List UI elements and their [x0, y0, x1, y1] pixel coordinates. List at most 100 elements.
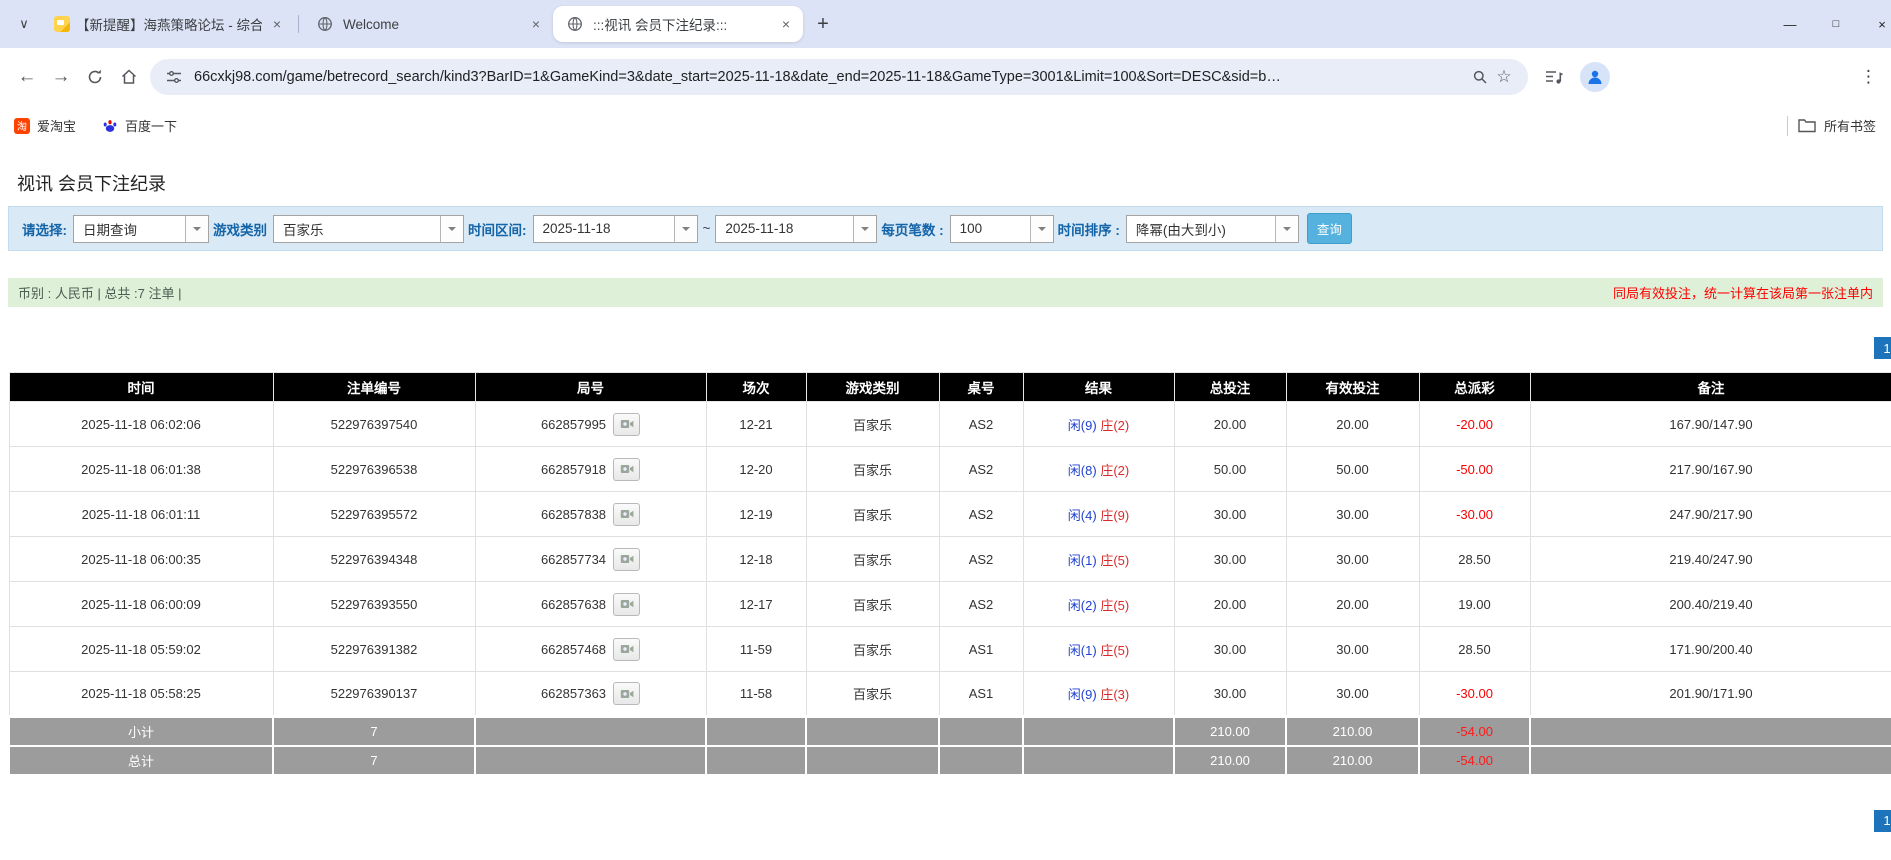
- game-type-select[interactable]: 百家乐: [273, 214, 464, 243]
- video-replay-button[interactable]: [613, 547, 641, 571]
- chevron-down-icon[interactable]: [853, 215, 877, 242]
- tab-forum[interactable]: 【新提醒】海燕策略论坛 - 综合 ×: [44, 6, 294, 42]
- maximize-button[interactable]: □: [1813, 0, 1859, 48]
- cell-total-bet[interactable]: 30.00: [1173, 626, 1287, 672]
- kebab-menu-icon: ⋮: [1860, 66, 1877, 86]
- col-time: 时间: [8, 372, 274, 402]
- site-settings-icon[interactable]: [162, 65, 186, 89]
- forum-favicon-icon: [54, 16, 70, 32]
- home-button[interactable]: [112, 60, 146, 94]
- browser-toolbar: ← → 66cxkj98.com/game/betrecord_search/k…: [0, 48, 1891, 105]
- chevron-down-icon[interactable]: [673, 215, 697, 242]
- cell-valid-bet: 30.00: [1285, 626, 1420, 672]
- chevron-down-icon[interactable]: [185, 215, 208, 242]
- toolbar-right: [1542, 61, 1610, 92]
- result-banker: 庄(3): [1100, 687, 1130, 702]
- total-label: 总计: [8, 744, 274, 776]
- globe-icon: [313, 12, 337, 36]
- back-button[interactable]: ←: [10, 60, 44, 94]
- url-text[interactable]: 66cxkj98.com/game/betrecord_search/kind3…: [194, 69, 1460, 85]
- query-type-select[interactable]: 日期查询: [73, 214, 209, 243]
- zoom-page-icon[interactable]: [1468, 65, 1492, 89]
- page-size-value: 100: [959, 221, 983, 236]
- reload-button[interactable]: [78, 60, 112, 94]
- page-size-select[interactable]: 100: [949, 214, 1054, 243]
- cell-time: 2025-11-18 05:58:25: [8, 671, 274, 717]
- table-row: 2025-11-18 06:02:06 522976397540 662857995…: [8, 401, 1891, 447]
- cell-time: 2025-11-18 05:59:02: [8, 626, 274, 672]
- page-content: 视讯 会员下注纪录 请选择: 日期查询 游戏类别 百家乐 时间区间: 2025-…: [0, 170, 1891, 832]
- result-banker: 庄(5): [1100, 597, 1130, 613]
- tab-search-button[interactable]: ∨: [10, 10, 38, 38]
- cell-result: 闲(2) 庄(5): [1022, 581, 1175, 627]
- video-replay-button[interactable]: [613, 592, 641, 616]
- cell-total-bet[interactable]: 30.00: [1173, 671, 1287, 717]
- chevron-down-icon[interactable]: [440, 215, 463, 242]
- col-remark: 备注: [1529, 372, 1891, 402]
- new-tab-button[interactable]: +: [809, 10, 837, 38]
- cell-bet-id: 522976396538: [272, 446, 476, 492]
- video-replay-button[interactable]: [613, 412, 641, 436]
- cell-game-type: 百家乐: [805, 491, 940, 537]
- cell-session: 12-19: [705, 491, 807, 537]
- col-session: 场次: [705, 372, 807, 402]
- chevron-down-icon[interactable]: [1029, 215, 1053, 242]
- round-number: 662857363: [540, 686, 607, 701]
- video-replay-button[interactable]: [613, 682, 641, 705]
- cell-total-bet[interactable]: 50.00: [1173, 446, 1287, 492]
- close-icon[interactable]: ×: [268, 15, 286, 33]
- cell-table-no: AS2: [938, 581, 1024, 627]
- browser-menu-button[interactable]: ⋮: [1860, 67, 1881, 87]
- cell-game-type: 百家乐: [805, 401, 940, 447]
- back-icon: ←: [17, 65, 37, 87]
- cell-session: 11-58: [705, 671, 807, 717]
- cell-game-type: 百家乐: [805, 446, 940, 492]
- bookmark-star-icon[interactable]: ☆: [1492, 65, 1516, 89]
- taobao-icon: 淘: [14, 117, 30, 134]
- chevron-down-icon: ∨: [19, 16, 29, 31]
- all-bookmarks-button[interactable]: 所有书签: [1798, 116, 1876, 135]
- video-replay-button[interactable]: [613, 457, 641, 481]
- sort-select[interactable]: 降幂(由大到小): [1125, 214, 1299, 243]
- cell-round-id: 662857995: [474, 401, 707, 447]
- video-replay-button[interactable]: [613, 502, 641, 526]
- plus-icon: +: [817, 12, 829, 35]
- bookmark-taobao[interactable]: 淘 爱淘宝: [14, 116, 76, 135]
- minimize-button[interactable]: —: [1767, 0, 1813, 48]
- date-range-label: 时间区间:: [468, 222, 527, 238]
- close-icon[interactable]: ×: [777, 15, 795, 33]
- tab-strip: ∨ 【新提醒】海燕策略论坛 - 综合 × Welcome × :::视讯 会员下…: [0, 0, 1891, 48]
- video-icon: [620, 510, 633, 518]
- tab-bet-records[interactable]: :::视讯 会员下注纪录::: ×: [553, 6, 803, 42]
- col-round-id: 局号: [474, 372, 707, 402]
- video-replay-button[interactable]: [613, 637, 641, 661]
- game-type-value: 百家乐: [283, 222, 324, 238]
- bookmark-baidu[interactable]: 百度一下: [102, 116, 177, 135]
- date-start-select[interactable]: 2025-11-18: [532, 214, 698, 243]
- cell-total-bet[interactable]: 30.00: [1173, 491, 1287, 537]
- cell-result: 闲(9) 庄(2): [1022, 401, 1175, 447]
- page-1-button[interactable]: 1: [1874, 809, 1891, 832]
- close-window-button[interactable]: ×: [1859, 0, 1891, 48]
- profile-avatar[interactable]: [1580, 61, 1610, 92]
- forward-button[interactable]: →: [44, 60, 78, 94]
- result-player: 闲(9): [1067, 687, 1097, 702]
- col-bet-id: 注单编号: [272, 372, 476, 402]
- search-button[interactable]: 查询: [1306, 213, 1352, 244]
- cell-total-bet[interactable]: 30.00: [1173, 536, 1287, 582]
- date-end-value: 2025-11-18: [725, 221, 794, 236]
- cell-session: 12-18: [705, 536, 807, 582]
- page-1-button[interactable]: 1: [1874, 337, 1891, 359]
- cell-remark: 201.90/171.90: [1529, 671, 1891, 717]
- cell-total-bet[interactable]: 20.00: [1173, 581, 1287, 627]
- cell-total-bet[interactable]: 20.00: [1173, 401, 1287, 447]
- url-bar[interactable]: 66cxkj98.com/game/betrecord_search/kind3…: [150, 58, 1528, 95]
- date-end-select[interactable]: 2025-11-18: [715, 214, 878, 243]
- cell-valid-bet: 30.00: [1285, 671, 1420, 717]
- cell-session: 11-59: [705, 626, 807, 672]
- media-controls-icon[interactable]: [1542, 65, 1566, 89]
- close-icon[interactable]: ×: [527, 15, 545, 33]
- chevron-down-icon[interactable]: [1274, 215, 1298, 242]
- cell-valid-bet: 20.00: [1285, 401, 1420, 447]
- tab-welcome[interactable]: Welcome ×: [303, 6, 553, 42]
